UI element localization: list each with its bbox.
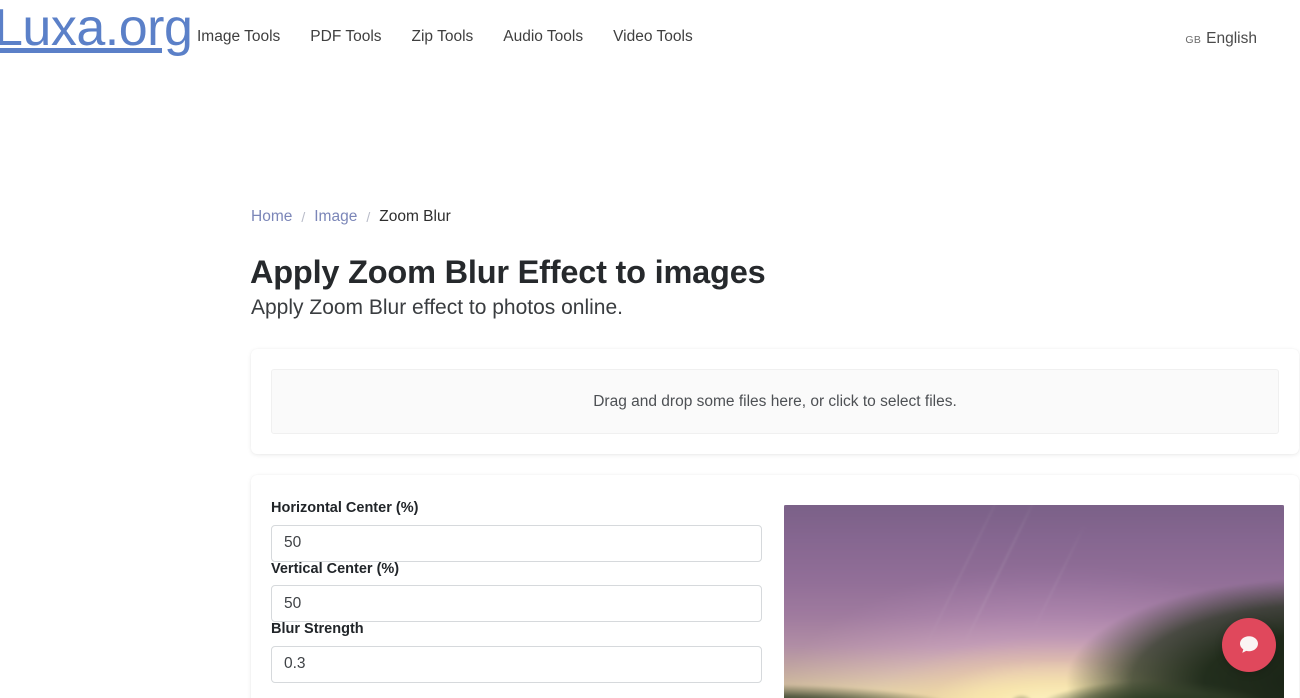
options-grid: Horizontal Center (%) Vertical Center (%… <box>271 501 1284 698</box>
main-navigation: Image Tools PDF Tools Zip Tools Audio To… <box>197 29 693 45</box>
field-blur-strength: Blur Strength <box>271 622 762 683</box>
chat-widget-button[interactable] <box>1222 618 1276 672</box>
options-card: Horizontal Center (%) Vertical Center (%… <box>251 475 1299 698</box>
nav-item-audio-tools[interactable]: Audio Tools <box>503 29 583 45</box>
breadcrumb: Home / Image / Zoom Blur <box>251 209 451 225</box>
preview-image-canvas <box>784 505 1284 698</box>
preview-image <box>784 505 1284 698</box>
nav-item-video-tools[interactable]: Video Tools <box>613 29 693 45</box>
label-blur-strength: Blur Strength <box>271 621 364 637</box>
input-horizontal-center[interactable] <box>271 524 762 562</box>
preview-blur-layer <box>784 505 1284 698</box>
breadcrumb-separator: / <box>301 208 306 225</box>
nav-item-zip-tools[interactable]: Zip Tools <box>412 29 474 45</box>
input-vertical-center[interactable] <box>271 585 762 622</box>
field-vertical-center: Vertical Center (%) <box>271 560 762 622</box>
breadcrumb-item-current: Zoom Blur <box>379 208 451 225</box>
options-form: Horizontal Center (%) Vertical Center (%… <box>271 501 762 698</box>
chat-bubble-icon <box>1236 632 1262 658</box>
label-horizontal-center: Horizontal Center (%) <box>271 500 419 516</box>
label-vertical-center: Vertical Center (%) <box>271 560 400 577</box>
upload-card: Drag and drop some files here, or click … <box>251 349 1299 454</box>
page-title: Apply Zoom Blur Effect to images <box>250 254 766 290</box>
site-header: Luxa.org Image Tools PDF Tools Zip Tools… <box>0 0 1300 80</box>
dropzone-label: Drag and drop some files here, or click … <box>593 392 957 410</box>
language-selector[interactable]: GB English <box>1185 30 1257 48</box>
page-subtitle: Apply Zoom Blur effect to photos online. <box>251 296 623 319</box>
nav-item-image-tools[interactable]: Image Tools <box>197 29 280 45</box>
breadcrumb-item-image[interactable]: Image <box>314 209 357 225</box>
field-horizontal-center: Horizontal Center (%) <box>271 501 762 562</box>
breadcrumb-separator: / <box>366 208 371 225</box>
language-label: English <box>1206 30 1257 47</box>
input-blur-strength[interactable] <box>271 645 762 683</box>
nav-item-pdf-tools[interactable]: PDF Tools <box>310 29 381 45</box>
language-country-code: GB <box>1185 34 1202 46</box>
file-dropzone[interactable]: Drag and drop some files here, or click … <box>271 369 1279 434</box>
breadcrumb-item-home[interactable]: Home <box>251 209 292 225</box>
site-logo[interactable]: Luxa.org <box>0 2 193 54</box>
